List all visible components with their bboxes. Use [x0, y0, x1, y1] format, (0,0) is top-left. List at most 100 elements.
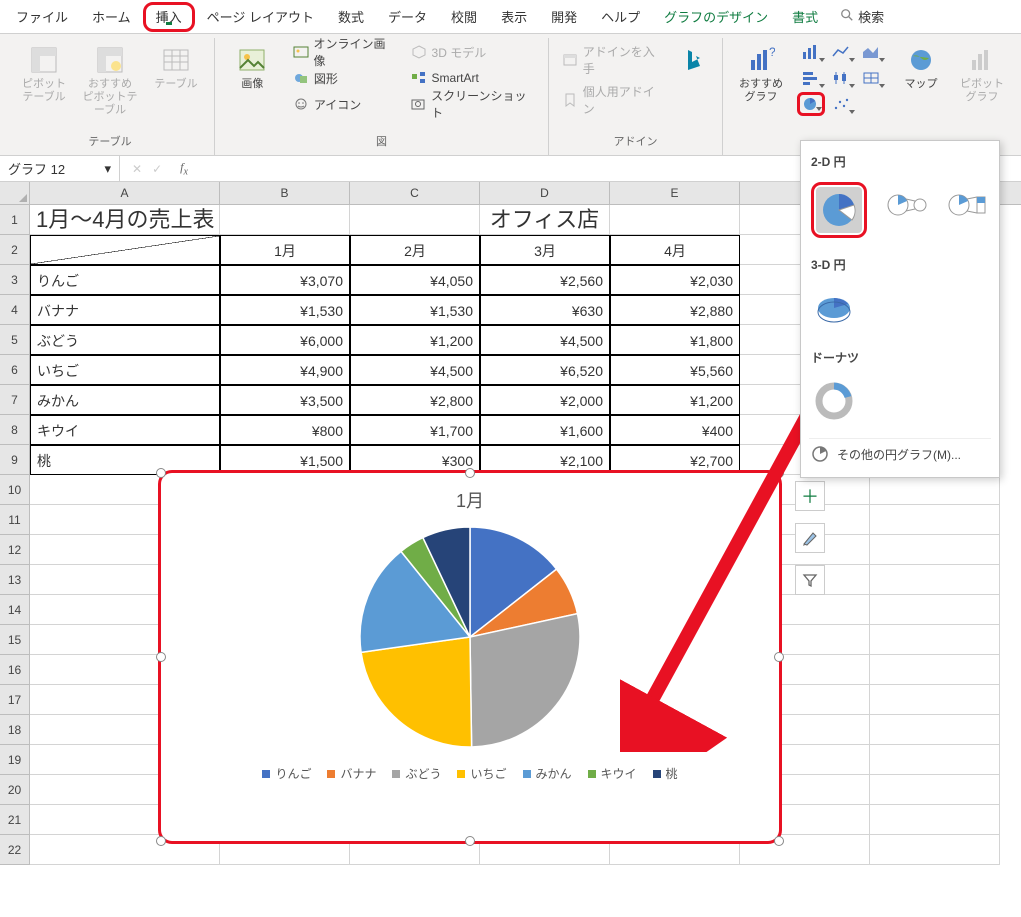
legend-item[interactable]: いちご	[457, 765, 506, 782]
row-header[interactable]: 4	[0, 295, 30, 325]
tab-insert[interactable]: 挿入	[156, 5, 182, 29]
cell[interactable]: ¥2,800	[350, 385, 480, 415]
scatter-chart-button[interactable]	[827, 92, 855, 116]
bing-button[interactable]	[675, 40, 714, 131]
search-icon[interactable]	[840, 8, 854, 25]
tab-page-layout[interactable]: ページ レイアウト	[195, 0, 326, 33]
row-header[interactable]: 18	[0, 715, 30, 745]
get-addins-button[interactable]: アドインを入手	[557, 48, 669, 72]
legend-item[interactable]: 桃	[653, 765, 678, 782]
cell[interactable]: ¥1,200	[610, 385, 740, 415]
line-chart-button[interactable]	[827, 40, 855, 64]
cell[interactable]: 1月	[220, 235, 350, 265]
tab-file[interactable]: ファイル	[4, 0, 80, 33]
table-button[interactable]: テーブル	[146, 40, 206, 131]
legend-item[interactable]: キウイ	[588, 765, 637, 782]
cell[interactable]	[870, 625, 1000, 655]
online-pictures-button[interactable]: オンライン画像	[288, 40, 400, 64]
cell[interactable]: 2月	[350, 235, 480, 265]
chart-legend[interactable]: りんごバナナぶどういちごみかんキウイ桃	[161, 757, 779, 794]
tab-formulas[interactable]: 数式	[326, 0, 376, 33]
resize-handle-ne[interactable]	[774, 468, 784, 478]
cell[interactable]	[870, 835, 1000, 865]
cell[interactable]	[870, 775, 1000, 805]
cell[interactable]: いちご	[30, 355, 220, 385]
cell[interactable]: ¥1,800	[610, 325, 740, 355]
resize-handle-n[interactable]	[465, 468, 475, 478]
tab-chart-design[interactable]: グラフのデザイン	[652, 0, 780, 33]
cell[interactable]: ¥5,560	[610, 355, 740, 385]
cell[interactable]: ¥1,530	[220, 295, 350, 325]
cell[interactable]: ¥6,520	[480, 355, 610, 385]
cell[interactable]: ¥6,000	[220, 325, 350, 355]
cell[interactable]	[610, 205, 740, 235]
tab-view[interactable]: 表示	[489, 0, 539, 33]
cell[interactable]: ¥2,100	[480, 445, 610, 475]
chart-elements-button[interactable]: ＋	[795, 481, 825, 511]
resize-handle-se[interactable]	[774, 836, 784, 846]
pie-of-pie-option[interactable]	[883, 182, 928, 228]
cell[interactable]	[870, 805, 1000, 835]
pie-slice[interactable]	[470, 614, 580, 747]
chart-title[interactable]: 1月	[161, 473, 779, 517]
cell[interactable]: ¥1,600	[480, 415, 610, 445]
cell[interactable]	[220, 205, 350, 235]
cell[interactable]: ¥2,560	[480, 265, 610, 295]
row-header[interactable]: 7	[0, 385, 30, 415]
cell[interactable]: ¥1,500	[220, 445, 350, 475]
cell[interactable]	[870, 715, 1000, 745]
cell[interactable]: ¥4,500	[480, 325, 610, 355]
cancel-icon[interactable]: ✕	[132, 162, 142, 176]
row-header[interactable]: 1	[0, 205, 30, 235]
row-header[interactable]: 14	[0, 595, 30, 625]
row-header[interactable]: 16	[0, 655, 30, 685]
legend-item[interactable]: ぶどう	[392, 765, 441, 782]
cell[interactable]: ¥400	[610, 415, 740, 445]
bar-chart-button[interactable]	[797, 66, 825, 90]
cell[interactable]: ¥4,050	[350, 265, 480, 295]
cell[interactable]: ¥2,700	[610, 445, 740, 475]
cell[interactable]	[350, 205, 480, 235]
resize-handle-w[interactable]	[156, 652, 166, 662]
cell[interactable]: ¥3,070	[220, 265, 350, 295]
row-header[interactable]: 3	[0, 265, 30, 295]
chart-object[interactable]: 1月 りんごバナナぶどういちごみかんキウイ桃 ＋	[160, 472, 780, 842]
cell[interactable]: 桃	[30, 445, 220, 475]
cell[interactable]: ¥1,200	[350, 325, 480, 355]
cell[interactable]	[870, 685, 1000, 715]
col-header-E[interactable]: E	[610, 182, 740, 204]
tab-format[interactable]: 書式	[780, 0, 830, 33]
row-header[interactable]: 2	[0, 235, 30, 265]
legend-item[interactable]: みかん	[523, 765, 572, 782]
cell[interactable]: ¥2,030	[610, 265, 740, 295]
pie-chart[interactable]	[340, 517, 600, 757]
cell[interactable]: ¥1,700	[350, 415, 480, 445]
stock-chart-button[interactable]	[827, 66, 855, 90]
cell[interactable]	[870, 745, 1000, 775]
area-chart-button[interactable]	[857, 40, 885, 64]
cell[interactable]: ぶどう	[30, 325, 220, 355]
screenshot-button[interactable]: スクリーンショット	[406, 92, 541, 116]
cell[interactable]: 4月	[610, 235, 740, 265]
cell[interactable]: ¥300	[350, 445, 480, 475]
surface-chart-button[interactable]	[857, 66, 885, 90]
col-header-A[interactable]: A	[30, 182, 220, 204]
pie-3d-option[interactable]	[811, 285, 857, 331]
cell[interactable]	[870, 475, 1000, 505]
resize-handle-nw[interactable]	[156, 468, 166, 478]
row-header[interactable]: 9	[0, 445, 30, 475]
maps-button[interactable]: マップ	[891, 40, 951, 147]
legend-item[interactable]: バナナ	[327, 765, 376, 782]
pivot-table-button[interactable]: ピボット テーブル	[14, 40, 74, 131]
col-header-C[interactable]: C	[350, 182, 480, 204]
tab-home[interactable]: ホーム	[80, 0, 143, 33]
pie-2d-option[interactable]	[816, 187, 862, 233]
search-label[interactable]: 検索	[854, 0, 896, 33]
cell[interactable]: ¥4,500	[350, 355, 480, 385]
cell[interactable]: キウイ	[30, 415, 220, 445]
cell[interactable]: ¥2,000	[480, 385, 610, 415]
cell[interactable]: バナナ	[30, 295, 220, 325]
col-header-B[interactable]: B	[220, 182, 350, 204]
cell[interactable]	[870, 595, 1000, 625]
more-pie-charts-link[interactable]: その他の円グラフ(M)...	[809, 438, 991, 469]
